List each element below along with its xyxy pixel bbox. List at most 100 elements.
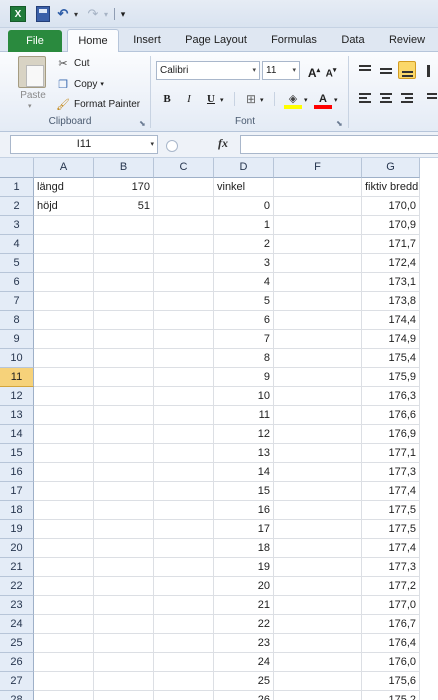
- cell[interactable]: 177,3: [362, 558, 420, 577]
- font-name-select[interactable]: Calibri ▾: [156, 61, 260, 80]
- row-header[interactable]: 15: [0, 444, 34, 463]
- cell[interactable]: [34, 254, 94, 273]
- cell[interactable]: [154, 273, 214, 292]
- align-right-icon[interactable]: [398, 90, 416, 108]
- cell[interactable]: [154, 216, 214, 235]
- row-header[interactable]: 21: [0, 558, 34, 577]
- cell[interactable]: [94, 520, 154, 539]
- row-header[interactable]: 26: [0, 653, 34, 672]
- decrease-indent-icon[interactable]: [424, 90, 438, 108]
- row-header[interactable]: 9: [0, 330, 34, 349]
- cell[interactable]: 176,3: [362, 387, 420, 406]
- cell[interactable]: 170: [94, 178, 154, 197]
- row-header[interactable]: 8: [0, 311, 34, 330]
- cell[interactable]: [274, 596, 362, 615]
- cell[interactable]: [94, 292, 154, 311]
- cell[interactable]: [154, 235, 214, 254]
- cell[interactable]: 1: [214, 216, 274, 235]
- cell[interactable]: [154, 463, 214, 482]
- cell[interactable]: [274, 330, 362, 349]
- align-left-icon[interactable]: [356, 90, 374, 108]
- cell[interactable]: [274, 349, 362, 368]
- formula-input[interactable]: [240, 135, 438, 154]
- cell[interactable]: [154, 330, 214, 349]
- cell[interactable]: [154, 520, 214, 539]
- row-header[interactable]: 16: [0, 463, 34, 482]
- cell[interactable]: [94, 216, 154, 235]
- cell[interactable]: 170,9: [362, 216, 420, 235]
- row-header[interactable]: 10: [0, 349, 34, 368]
- cell[interactable]: 175,2: [362, 691, 420, 700]
- cell[interactable]: [274, 463, 362, 482]
- cell[interactable]: [34, 634, 94, 653]
- cell[interactable]: 177,5: [362, 520, 420, 539]
- cell[interactable]: [154, 292, 214, 311]
- column-header-F[interactable]: F: [274, 158, 362, 178]
- cell[interactable]: [274, 368, 362, 387]
- cell[interactable]: [34, 501, 94, 520]
- cell[interactable]: 177,3: [362, 463, 420, 482]
- cell[interactable]: [34, 349, 94, 368]
- name-box[interactable]: I11 ▾: [10, 135, 158, 154]
- cell[interactable]: 7: [214, 330, 274, 349]
- cell[interactable]: [274, 273, 362, 292]
- cell[interactable]: 26: [214, 691, 274, 700]
- cell[interactable]: 19: [214, 558, 274, 577]
- row-header[interactable]: 24: [0, 615, 34, 634]
- tab-file[interactable]: File: [8, 30, 62, 52]
- cell[interactable]: [274, 520, 362, 539]
- cell[interactable]: 176,7: [362, 615, 420, 634]
- font-launcher-icon[interactable]: ⬊: [336, 119, 343, 128]
- cell[interactable]: [34, 615, 94, 634]
- cell[interactable]: [94, 672, 154, 691]
- cell[interactable]: 0: [214, 197, 274, 216]
- cell[interactable]: [34, 482, 94, 501]
- tab-insert[interactable]: Insert: [124, 28, 170, 52]
- cell[interactable]: 173,8: [362, 292, 420, 311]
- row-header[interactable]: 1: [0, 178, 34, 197]
- paste-dropdown-icon[interactable]: ▾: [28, 102, 32, 110]
- align-bottom-icon[interactable]: [398, 61, 416, 79]
- cell[interactable]: [94, 368, 154, 387]
- cell[interactable]: 176,0: [362, 653, 420, 672]
- redo-dropdown-icon[interactable]: ▾: [102, 6, 110, 22]
- cell[interactable]: 23: [214, 634, 274, 653]
- cell[interactable]: [154, 425, 214, 444]
- column-header-G[interactable]: G: [362, 158, 420, 178]
- cell[interactable]: 5: [214, 292, 274, 311]
- cell[interactable]: [34, 292, 94, 311]
- cut-button[interactable]: ✂ Cut: [56, 55, 89, 71]
- cell[interactable]: [154, 691, 214, 700]
- cell[interactable]: 6: [214, 311, 274, 330]
- cell[interactable]: [94, 349, 154, 368]
- cell[interactable]: 14: [214, 463, 274, 482]
- cell[interactable]: 17: [214, 520, 274, 539]
- cell[interactable]: [274, 254, 362, 273]
- tab-home[interactable]: Home: [67, 29, 119, 53]
- cell[interactable]: [274, 444, 362, 463]
- undo-icon[interactable]: ↶: [56, 6, 70, 22]
- cell[interactable]: 174,4: [362, 311, 420, 330]
- row-header[interactable]: 20: [0, 539, 34, 558]
- cell[interactable]: 51: [94, 197, 154, 216]
- save-icon[interactable]: [36, 6, 50, 22]
- align-center-icon[interactable]: [377, 90, 395, 108]
- cell[interactable]: [94, 463, 154, 482]
- cell[interactable]: [274, 387, 362, 406]
- excel-app-icon[interactable]: X: [10, 6, 26, 22]
- cell[interactable]: [94, 596, 154, 615]
- format-painter-button[interactable]: 🖌 Format Painter: [56, 96, 140, 112]
- cell[interactable]: 9: [214, 368, 274, 387]
- cell[interactable]: [94, 653, 154, 672]
- tab-data[interactable]: Data: [334, 28, 372, 52]
- copy-dropdown-icon[interactable]: ▾: [100, 80, 104, 88]
- cell[interactable]: vinkel: [214, 178, 274, 197]
- column-header-D[interactable]: D: [214, 158, 274, 178]
- cell[interactable]: [94, 539, 154, 558]
- cell[interactable]: [34, 444, 94, 463]
- cell[interactable]: [154, 197, 214, 216]
- borders-dropdown-icon[interactable]: ▾: [260, 96, 264, 104]
- cell[interactable]: [274, 235, 362, 254]
- cell[interactable]: 175,9: [362, 368, 420, 387]
- cell[interactable]: [154, 311, 214, 330]
